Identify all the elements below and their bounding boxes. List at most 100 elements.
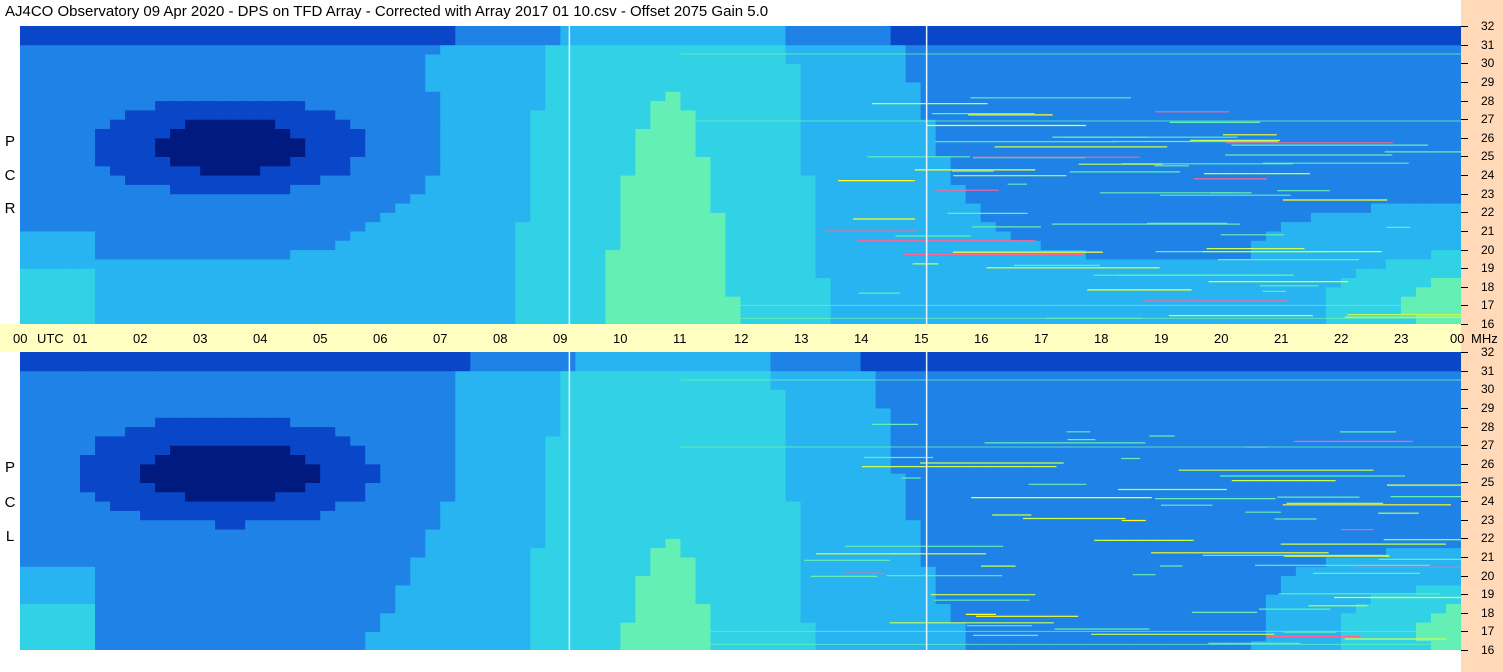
rcp-cell: [725, 314, 742, 324]
lcp-cell: [710, 556, 727, 567]
rcp-cell: [575, 119, 591, 130]
rcp-cell: [965, 268, 982, 279]
lcp-cell: [290, 510, 306, 521]
rcp-cell: [650, 193, 667, 204]
lcp-cell: [380, 491, 396, 502]
lcp-cell: [35, 622, 51, 632]
rcp-cell: [710, 63, 727, 74]
rcp-cell: [95, 296, 111, 306]
rcp-cell: [1205, 175, 1222, 185]
rcp-cell: [410, 100, 426, 111]
rcp-cell: [1340, 305, 1357, 316]
rcp-cell: [590, 81, 607, 92]
lcp-cell: [140, 407, 156, 418]
rcp-cell: [1220, 100, 1237, 111]
rcp-cell: [845, 147, 862, 157]
rcp-cell: [830, 53, 847, 64]
rcp-cell: [110, 286, 126, 297]
lcp-cell: [845, 501, 862, 511]
rcp-cell: [170, 109, 186, 120]
rcp-cell: [170, 286, 186, 297]
rcp-cell: [455, 165, 471, 176]
rcp-cell: [440, 100, 456, 111]
rcp-cell: [455, 81, 471, 92]
rcp-cell: [215, 44, 231, 55]
rcp-cell: [215, 63, 231, 74]
lcp-cell: [665, 612, 682, 623]
rcp-cell: [95, 35, 111, 46]
lcp-cell: [830, 389, 847, 400]
lcp-cell: [680, 501, 697, 511]
rcp-cell: [1310, 230, 1327, 241]
lcp-cell: [815, 566, 832, 577]
rcp-cell: [815, 175, 832, 185]
lcp-cell: [350, 454, 366, 465]
rcp-cell: [290, 91, 306, 102]
rcp-cell: [305, 147, 321, 157]
rcp-cell: [1280, 305, 1297, 316]
rcp-cell: [305, 63, 321, 74]
rcp-cell: [80, 35, 96, 46]
rcp-cell: [485, 202, 501, 213]
lcp-cell: [800, 631, 817, 642]
lcp-cell: [590, 352, 607, 362]
rcp-cell: [860, 249, 877, 260]
rcp-cell: [1250, 35, 1267, 46]
lcp-cell: [455, 435, 471, 446]
lcp-cell: [515, 519, 531, 530]
rcp-cell: [215, 296, 231, 306]
lcp-cell: [395, 417, 411, 428]
rcp-cell: [1040, 81, 1057, 92]
rcp-cell: [20, 63, 36, 74]
lcp-cell: [425, 566, 441, 577]
rcp-cell: [380, 156, 396, 167]
lcp-cell: [125, 435, 141, 446]
rcp-cell: [260, 44, 276, 55]
rcp-cell: [470, 193, 486, 204]
rcp-cell: [425, 147, 441, 157]
lcp-cell: [785, 379, 802, 390]
lcp-cell: [560, 463, 576, 474]
lcp-cell: [650, 594, 667, 605]
rcp-cell: [1400, 72, 1417, 83]
lcp-cell: [125, 491, 141, 502]
rcp-cell: [665, 63, 682, 74]
lcp-cell: [725, 594, 742, 605]
rcp-cell: [470, 81, 486, 92]
rcp-cell: [140, 165, 156, 176]
lcp-cell: [230, 501, 246, 511]
lcp-cell: [305, 547, 321, 558]
rcp-cell: [1160, 63, 1177, 74]
lcp-cell: [470, 426, 486, 437]
rcp-cell: [965, 147, 982, 157]
rcp-cell: [1070, 81, 1087, 92]
rcp-cell: [395, 314, 411, 324]
rcp-cell: [680, 296, 697, 306]
rcp-cell: [1445, 35, 1461, 46]
rcp-cell: [320, 268, 336, 279]
rcp-cell: [605, 72, 622, 83]
lcp-cell: [365, 352, 381, 362]
lcp-cell: [260, 454, 276, 465]
rcp-cell: [965, 202, 982, 213]
rcp-cell: [65, 221, 81, 232]
rcp-cell: [590, 128, 607, 139]
lcp-cell: [110, 426, 126, 437]
rcp-cell: [290, 81, 306, 92]
lcp-cell: [395, 538, 411, 549]
rcp-cell: [890, 44, 907, 55]
rcp-cell: [155, 91, 171, 102]
rcp-cell: [710, 193, 727, 204]
lcp-cell: [770, 510, 787, 521]
rcp-cell: [785, 240, 802, 251]
lcp-cell: [380, 463, 396, 474]
rcp-cell: [335, 277, 351, 288]
rcp-cell: [560, 53, 576, 64]
rcp-cell: [1340, 277, 1357, 288]
rcp-cell: [815, 44, 832, 55]
lcp-cell: [755, 566, 772, 577]
lcp-cell: [170, 510, 186, 521]
rcp-cell: [605, 156, 622, 167]
rcp-cell: [350, 26, 366, 36]
rcp-cell: [965, 305, 982, 316]
